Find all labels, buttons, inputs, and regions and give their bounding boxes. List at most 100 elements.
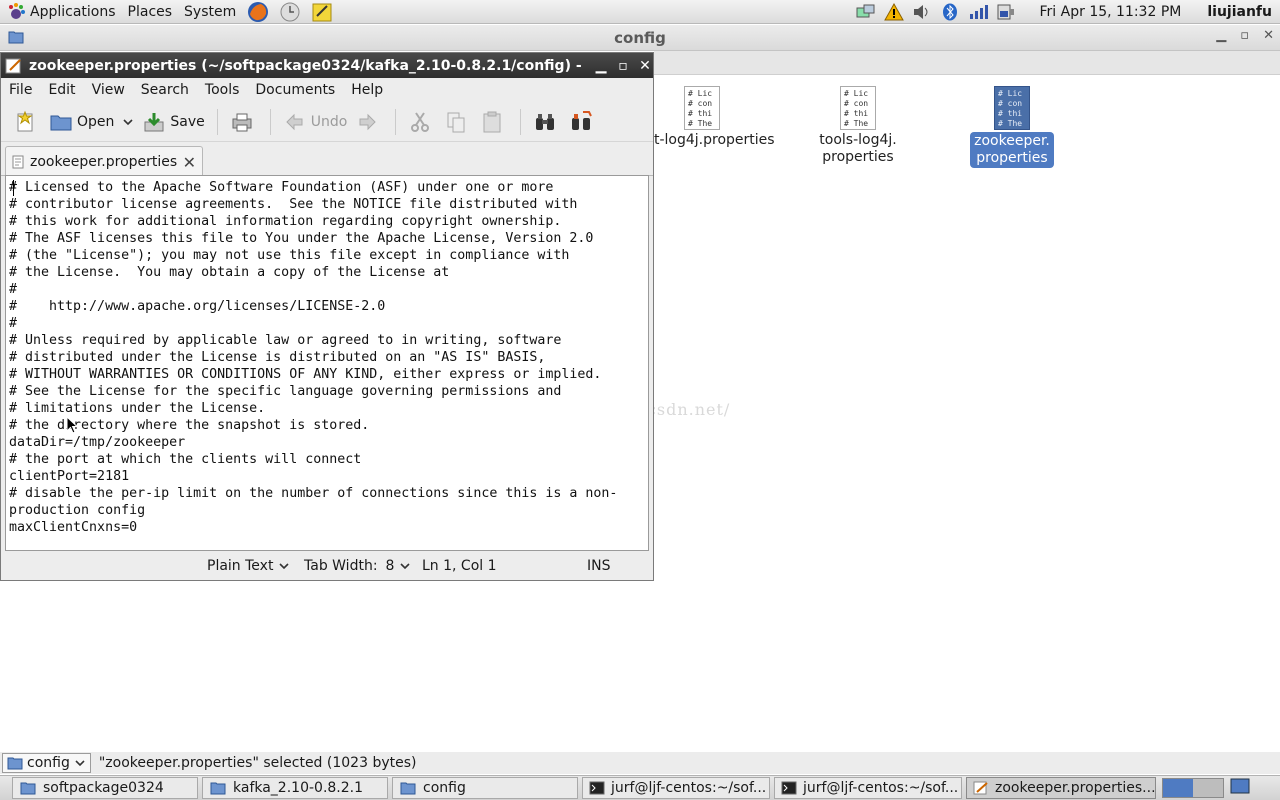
- open-folder-icon: [50, 115, 72, 130]
- network-icon[interactable]: [856, 3, 876, 21]
- maximize-button[interactable]: ▫: [1240, 28, 1249, 43]
- folder-icon: [20, 782, 36, 795]
- file-item[interactable]: # Lic # con # thi # The t-log4j.properti…: [654, 86, 775, 148]
- close-button[interactable]: ✕: [1263, 28, 1274, 43]
- menu-help[interactable]: Help: [343, 82, 391, 98]
- firefox-icon: [248, 1, 269, 22]
- print-icon: [232, 113, 252, 131]
- menu-edit[interactable]: Edit: [40, 82, 83, 98]
- insert-mode: INS: [587, 558, 611, 574]
- taskbar-item-terminal-1[interactable]: jurf@ljf-centos:~/sof...: [582, 777, 770, 799]
- language-selector[interactable]: Plain Text: [207, 558, 291, 574]
- menu-documents[interactable]: Documents: [247, 82, 343, 98]
- workspace-2[interactable]: [1193, 779, 1223, 797]
- notes-launcher[interactable]: [310, 1, 334, 23]
- toolbar-separator: [216, 108, 218, 135]
- undo-label: Undo: [310, 113, 348, 130]
- gedit-icon: [5, 58, 21, 73]
- copy-button[interactable]: [440, 106, 476, 138]
- minimize-button[interactable]: ▁: [1216, 28, 1226, 43]
- system-menu[interactable]: System: [178, 0, 242, 24]
- firefox-launcher[interactable]: [246, 1, 270, 23]
- editor-line: # the port at which the clients will con…: [9, 452, 362, 467]
- notes-icon: [312, 3, 332, 21]
- tab-zookeeper-properties[interactable]: zookeeper.properties ✕: [5, 146, 203, 177]
- bottom-panel: softpackage0324 kafka_2.10-0.8.2.1 confi…: [0, 775, 1280, 800]
- signal-icon[interactable]: [968, 3, 988, 21]
- file-label: tools-log4j. properties: [819, 132, 897, 165]
- print-button[interactable]: [226, 106, 262, 138]
- taskbar-label: jurf@ljf-centos:~/sof...: [803, 780, 959, 796]
- close-button[interactable]: ✕: [639, 58, 651, 74]
- cursor-position: Ln 1, Col 1: [422, 558, 497, 574]
- toolbar-separator: [395, 108, 397, 135]
- warning-icon[interactable]: [883, 3, 904, 21]
- redo-button[interactable]: [351, 106, 387, 138]
- editor-line: # disable the per-ip limit on the number…: [9, 486, 618, 501]
- save-button[interactable]: Save: [138, 106, 208, 138]
- taskbar-label: zookeeper.properties...: [995, 780, 1156, 796]
- taskbar-item-config[interactable]: config: [392, 777, 578, 799]
- editor-line: # WITHOUT WARRANTIES OR CONDITIONS OF AN…: [9, 367, 602, 382]
- taskbar-item-gedit[interactable]: zookeeper.properties...: [966, 777, 1156, 799]
- file-label: zookeeper. properties: [970, 132, 1054, 168]
- new-document-icon: [17, 110, 33, 131]
- undo-icon: [286, 113, 303, 130]
- toolbar: Open Save Undo: [1, 102, 653, 142]
- open-button[interactable]: Open: [45, 106, 118, 138]
- open-recent-dropdown[interactable]: [118, 106, 138, 138]
- cut-button[interactable]: [404, 106, 440, 138]
- find-button[interactable]: [529, 106, 565, 138]
- taskbar-item-kafka[interactable]: kafka_2.10-0.8.2.1: [202, 777, 388, 799]
- file-item-selected[interactable]: # Lic # con # thi # The zookeeper. prope…: [962, 86, 1062, 168]
- editor-line: #: [9, 316, 18, 331]
- paste-button[interactable]: [476, 106, 512, 138]
- taskbar-item-terminal-2[interactable]: jurf@ljf-centos:~/sof...: [774, 777, 962, 799]
- battery-icon[interactable]: [996, 3, 1016, 21]
- workspace-1[interactable]: [1163, 779, 1193, 797]
- menu-file[interactable]: File: [1, 82, 40, 98]
- workspace-switcher[interactable]: [1162, 778, 1224, 798]
- show-desktop-button[interactable]: [1230, 777, 1250, 799]
- user-menu[interactable]: liujianfu: [1207, 4, 1272, 20]
- selection-status: "zookeeper.properties" selected (1023 by…: [98, 755, 417, 771]
- folder-icon: [8, 31, 24, 44]
- tab-width-label: Tab Width:: [304, 558, 378, 574]
- bluetooth-icon[interactable]: [940, 3, 960, 21]
- menu-tools[interactable]: Tools: [197, 82, 248, 98]
- terminal-icon: [589, 781, 605, 795]
- file-item[interactable]: # Lic # con # thi # The tools-log4j. pro…: [808, 86, 908, 166]
- tab-width-selector[interactable]: Tab Width: 8: [304, 558, 412, 574]
- text-file-icon: # Lic # con # thi # The: [840, 86, 876, 130]
- taskbar-label: jurf@ljf-centos:~/sof...: [611, 780, 767, 796]
- binoculars-icon: [536, 113, 555, 130]
- gedit-titlebar[interactable]: zookeeper.properties (~/softpackage0324/…: [1, 53, 653, 78]
- editor-line: # the directory where the snapshot is st…: [9, 418, 370, 433]
- maximize-button[interactable]: ▫: [617, 58, 629, 74]
- minimize-button[interactable]: ▁: [595, 58, 607, 74]
- menu-search[interactable]: Search: [133, 82, 197, 98]
- clock[interactable]: Fri Apr 15, 11:32 PM: [1040, 4, 1182, 20]
- system-label: System: [184, 3, 237, 20]
- replace-button[interactable]: [565, 106, 601, 138]
- find-replace-icon: [572, 110, 593, 130]
- applications-menu[interactable]: Applications: [0, 0, 122, 24]
- location-label: config: [27, 755, 70, 771]
- chevron-down-icon: [75, 760, 85, 767]
- applications-label: Applications: [30, 3, 116, 20]
- mail-launcher[interactable]: [278, 1, 302, 23]
- toolbar-separator: [520, 108, 522, 135]
- nautilus-titlebar[interactable]: config ▁ ▫ ✕: [0, 25, 1280, 51]
- open-label: Open: [77, 113, 115, 130]
- tab-close-icon[interactable]: ✕: [183, 153, 196, 172]
- gedit-statusbar: Plain Text Tab Width: 8 Ln 1, Col 1 INS: [0, 553, 652, 579]
- menu-view[interactable]: View: [84, 82, 133, 98]
- volume-icon[interactable]: [912, 3, 932, 21]
- text-editor[interactable]: # Licensed to the Apache Software Founda…: [5, 175, 649, 551]
- new-button[interactable]: [9, 106, 45, 138]
- places-menu[interactable]: Places: [122, 0, 179, 24]
- location-dropdown[interactable]: config: [2, 753, 91, 773]
- undo-button[interactable]: Undo: [279, 106, 352, 138]
- taskbar-item-softpackage0324[interactable]: softpackage0324: [12, 777, 198, 799]
- window-title: zookeeper.properties (~/softpackage0324/…: [29, 57, 585, 74]
